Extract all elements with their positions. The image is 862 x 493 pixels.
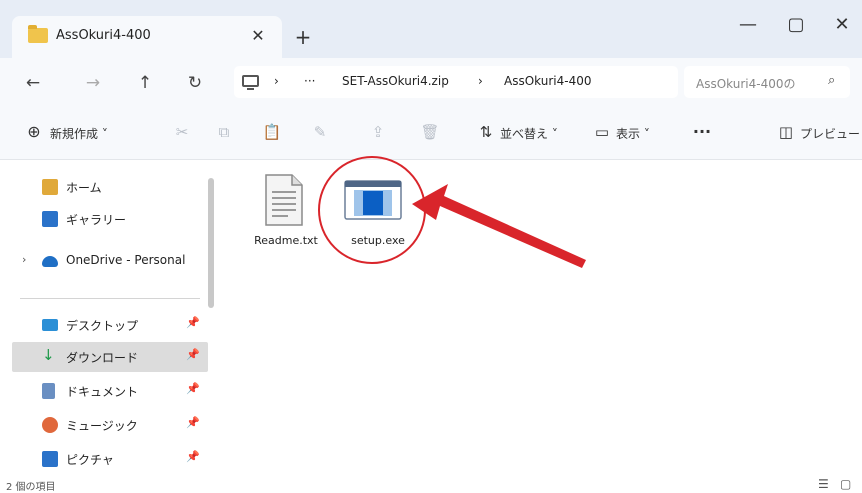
pin-icon[interactable]: 📌	[186, 416, 200, 429]
preview-button[interactable]: プレビュー	[800, 125, 860, 142]
pictures-icon	[42, 451, 58, 467]
minimize-button[interactable]: —	[730, 10, 766, 40]
home-icon	[42, 179, 58, 195]
documents-icon	[42, 383, 55, 399]
sidebar-item-music[interactable]: ミュージック 📌	[12, 410, 208, 440]
sidebar-item-pictures[interactable]: ピクチャ 📌	[12, 444, 208, 474]
close-window-button[interactable]: ✕	[824, 10, 860, 40]
cloud-icon	[42, 256, 58, 267]
sort-button[interactable]: 並べ替え ˅	[500, 125, 558, 142]
sidebar-item-label: OneDrive - Personal	[66, 253, 186, 267]
pointer-arrow-icon	[412, 184, 586, 268]
sort-icon[interactable]: ⇅	[474, 120, 498, 144]
delete-icon[interactable]: 🗑	[418, 120, 442, 144]
folder-icon	[28, 25, 48, 43]
details-view-icon[interactable]: ☰	[818, 477, 829, 491]
view-icon[interactable]: ▭	[590, 120, 614, 144]
sidebar-scrollbar[interactable]	[208, 178, 214, 308]
file-name: Readme.txt	[254, 234, 318, 247]
search-icon[interactable]: ⌕	[828, 73, 835, 88]
pin-icon[interactable]: 📌	[186, 382, 200, 395]
file-name: setup.exe	[351, 234, 405, 247]
music-icon	[42, 417, 58, 433]
text-document-icon	[265, 174, 303, 226]
pin-icon[interactable]: 📌	[186, 450, 200, 463]
sidebar-item-downloads[interactable]: ↓ ダウンロード 📌	[12, 342, 208, 372]
title-bar: AssOkuri4-400 ✕ + — ▢ ✕	[0, 0, 862, 58]
pin-icon[interactable]: 📌	[186, 316, 200, 329]
up-button[interactable]: ↑	[132, 70, 158, 96]
breadcrumb-overflow-button[interactable]: ···	[304, 74, 315, 88]
desktop-icon	[42, 319, 58, 331]
application-icon	[344, 180, 402, 220]
download-icon: ↓	[42, 346, 55, 364]
sidebar-item-label: デスクトップ	[66, 319, 139, 333]
tab-close-button[interactable]: ✕	[246, 24, 270, 48]
sidebar-item-label: ギャラリー	[66, 213, 127, 227]
breadcrumb-separator-icon[interactable]: ›	[274, 74, 279, 88]
navigation-pane: ホーム ギャラリー › OneDrive - Personal デスクトップ 📌…	[0, 160, 208, 477]
item-count: 2 個の項目	[6, 482, 56, 493]
gallery-icon	[42, 211, 58, 227]
new-tab-button[interactable]: +	[290, 24, 316, 50]
more-options-button[interactable]: ···	[690, 120, 714, 144]
sidebar-item-label: ドキュメント	[66, 385, 139, 399]
sidebar-item-label: ミュージック	[66, 419, 138, 433]
search-input[interactable]: AssOkuri4-400の	[696, 75, 795, 92]
breadcrumb-separator-icon[interactable]: ›	[478, 74, 483, 88]
navigation-bar: ← → ↑ ↻ › ··· SET-AssOkuri4.zip › AssOku…	[0, 58, 862, 106]
maximize-button[interactable]: ▢	[778, 10, 814, 40]
sidebar-item-desktop[interactable]: デスクトップ 📌	[12, 310, 208, 340]
status-bar: 2 個の項目 ☰ ▢	[0, 477, 862, 493]
search-box[interactable]: AssOkuri4-400の ⌕	[684, 66, 850, 98]
back-button[interactable]: ←	[20, 70, 46, 96]
copy-icon[interactable]: ⧉	[212, 120, 236, 144]
refresh-button[interactable]: ↻	[182, 70, 208, 96]
command-bar: ⊕ 新規作成 ˅ ✂ ⧉ 📋 ✎ ⇪ 🗑 ⇅ 並べ替え ˅ ▭ 表示 ˅ ···…	[0, 106, 862, 160]
chevron-right-icon[interactable]: ›	[22, 253, 26, 266]
divider	[20, 298, 200, 299]
cut-icon[interactable]: ✂	[170, 120, 194, 144]
tiles-view-icon[interactable]: ▢	[840, 477, 851, 491]
share-icon[interactable]: ⇪	[366, 120, 390, 144]
sidebar-item-label: ダウンロード	[66, 351, 139, 365]
view-button[interactable]: 表示 ˅	[616, 125, 650, 142]
pin-icon[interactable]: 📌	[186, 348, 200, 361]
rename-icon[interactable]: ✎	[308, 120, 332, 144]
address-bar[interactable]: › ··· SET-AssOkuri4.zip › AssOkuri4-400	[234, 66, 678, 98]
this-pc-icon[interactable]	[242, 75, 259, 90]
file-item-setup[interactable]: setup.exe	[334, 170, 422, 270]
paste-icon[interactable]: 📋	[260, 120, 284, 144]
forward-button[interactable]: →	[80, 70, 106, 96]
file-item-readme[interactable]: Readme.txt	[242, 170, 330, 270]
preview-pane-icon[interactable]: ◫	[774, 120, 798, 144]
tab-current-folder[interactable]: AssOkuri4-400 ✕	[12, 16, 282, 58]
sidebar-item-gallery[interactable]: ギャラリー	[12, 204, 208, 234]
sidebar-item-home[interactable]: ホーム	[12, 172, 208, 202]
sidebar-item-onedrive[interactable]: › OneDrive - Personal	[12, 246, 208, 276]
sidebar-item-documents[interactable]: ドキュメント 📌	[12, 376, 208, 406]
sidebar-item-label: ピクチャ	[66, 453, 114, 467]
breadcrumb-item-zip[interactable]: SET-AssOkuri4.zip	[342, 74, 449, 88]
new-icon[interactable]: ⊕	[22, 120, 46, 144]
new-button[interactable]: 新規作成 ˅	[50, 125, 108, 142]
breadcrumb-item-folder[interactable]: AssOkuri4-400	[504, 74, 591, 88]
sidebar-item-label: ホーム	[66, 181, 102, 195]
tab-title: AssOkuri4-400	[56, 28, 151, 43]
